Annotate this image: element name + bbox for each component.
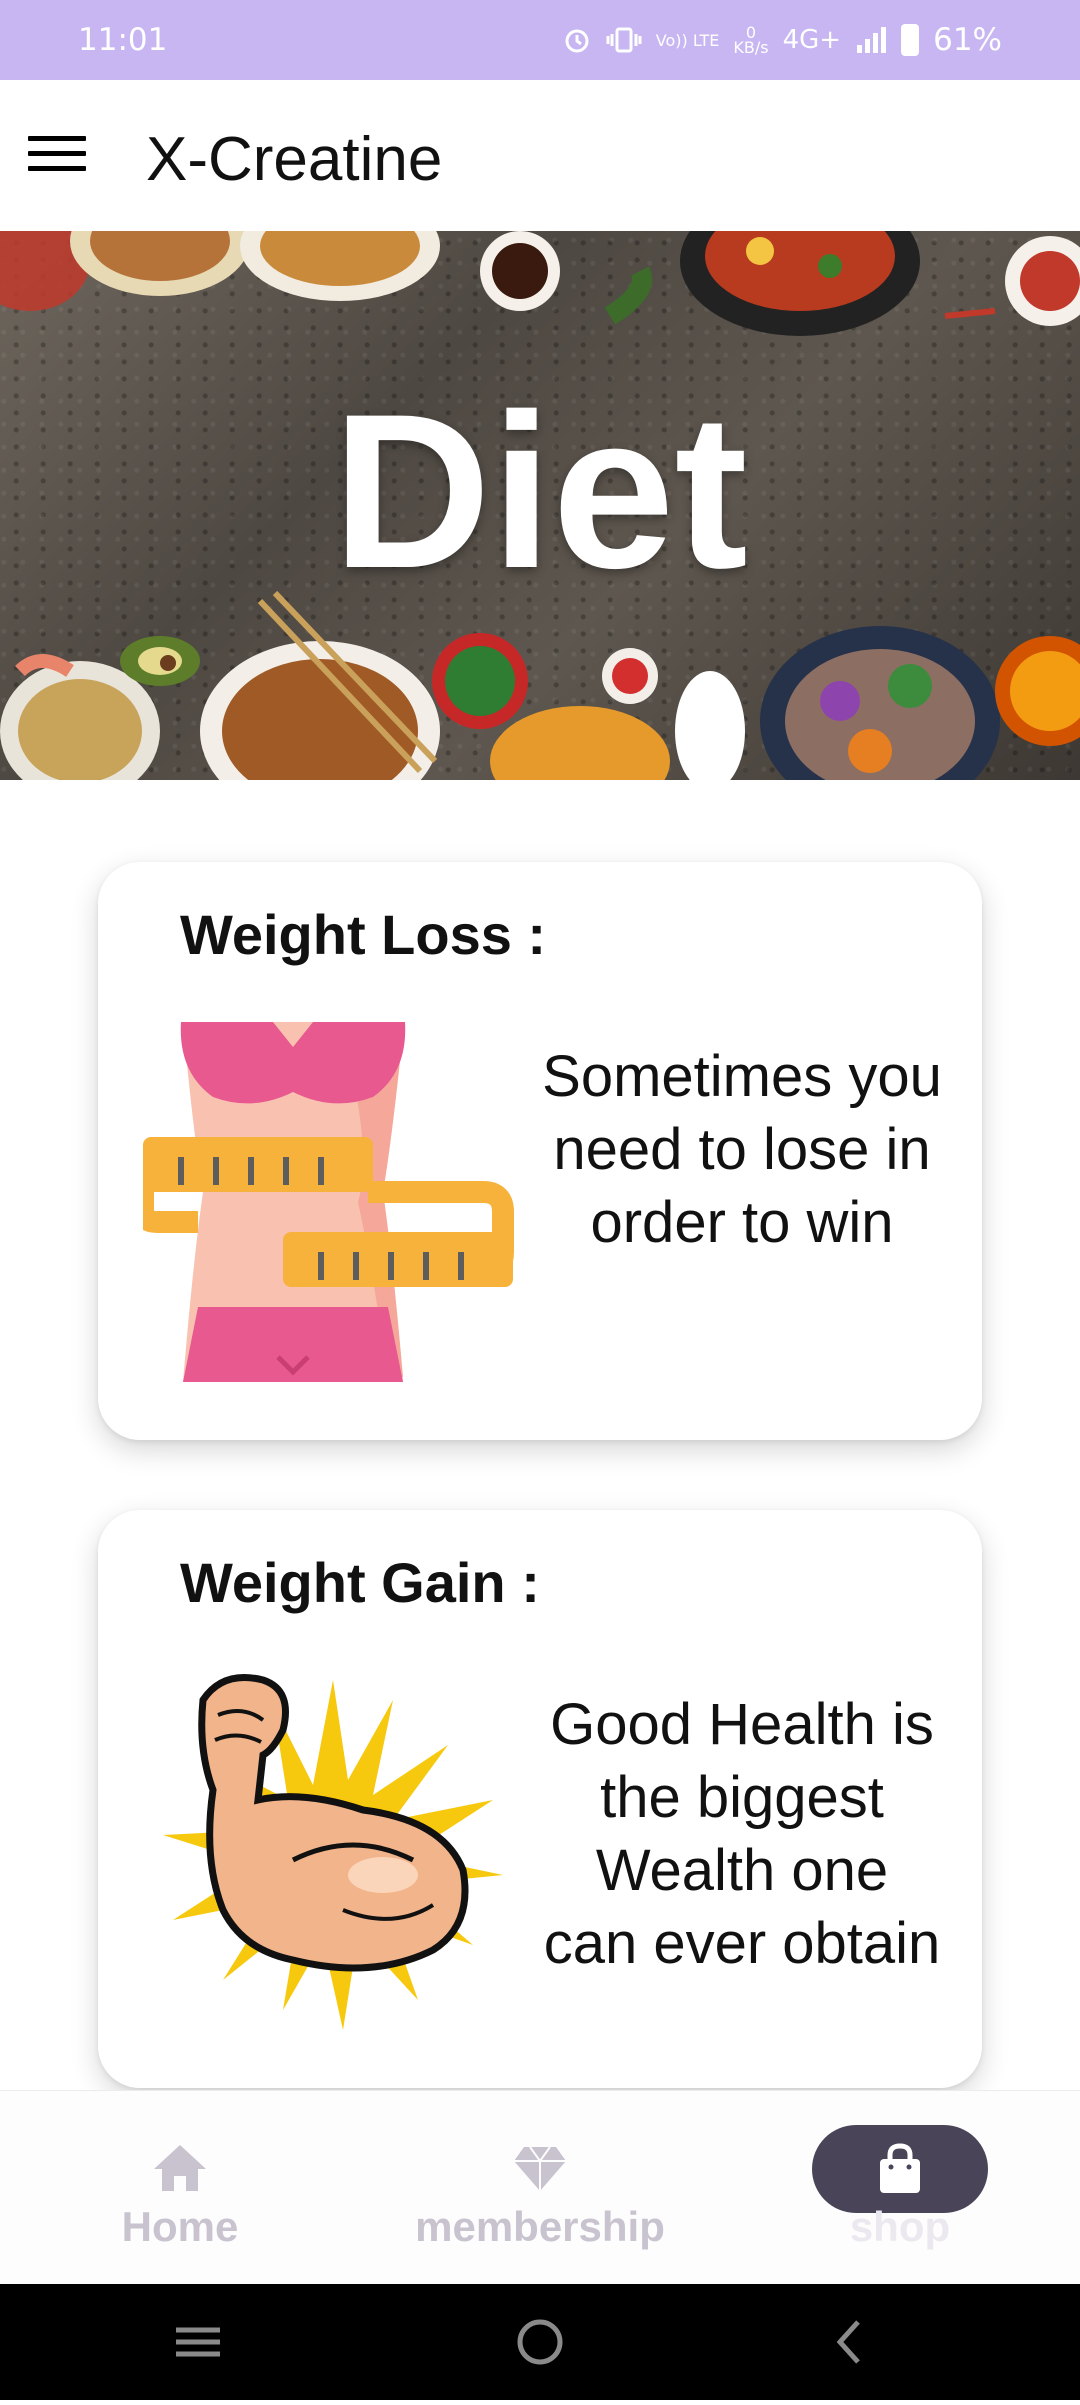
back-button[interactable] bbox=[820, 2284, 940, 2400]
card-quote: Good Health is the biggest Wealth one ca… bbox=[543, 1692, 941, 1976]
recent-apps-button[interactable] bbox=[168, 2284, 288, 2400]
nav-home-label: Home bbox=[121, 2203, 239, 2250]
nav-membership-label: membership bbox=[415, 2203, 665, 2250]
weight-gain-card[interactable]: Weight Gain : Good Health is the biggest… bbox=[98, 1510, 982, 2088]
net-speed-unit: KB/s bbox=[733, 38, 769, 57]
app-title: X-Creatine bbox=[146, 125, 443, 194]
flexing-arm-illustration bbox=[163, 1674, 503, 2030]
back-arrow-icon bbox=[836, 2320, 860, 2364]
home-icon bbox=[154, 2145, 206, 2191]
card-title: Weight Loss : bbox=[180, 903, 547, 966]
bottom-navigation: Home membership shop bbox=[0, 2090, 1080, 2285]
shopping-bag-icon bbox=[880, 2143, 920, 2193]
battery-percent: 61% bbox=[933, 22, 1002, 58]
network-type: 4G+ bbox=[782, 25, 842, 55]
app-bar: X-Creatine bbox=[0, 80, 1080, 231]
hero-title: Diet bbox=[332, 368, 748, 614]
status-time: 11:01 bbox=[78, 22, 168, 58]
weight-loss-card[interactable]: Weight Loss : Sometimes you need to lose… bbox=[98, 862, 982, 1440]
status-icons: Vo)) LTE 0 KB/s 4G+ 61% bbox=[562, 22, 1002, 58]
diamond-icon bbox=[514, 2146, 566, 2191]
net-speed: 0 KB/s bbox=[733, 25, 769, 57]
menu-icon[interactable] bbox=[28, 136, 86, 176]
alarm-icon bbox=[565, 29, 589, 53]
home-system-button[interactable] bbox=[480, 2284, 600, 2400]
signal-icon bbox=[857, 27, 887, 53]
card-quote: Sometimes you need to lose in order to w… bbox=[542, 1044, 942, 1255]
nav-shop-label: shop bbox=[849, 2203, 951, 2250]
system-navigation-bar bbox=[0, 2284, 1080, 2400]
circle-home-icon bbox=[517, 2319, 563, 2365]
vibrate-icon bbox=[606, 27, 642, 53]
nav-membership[interactable]: membership bbox=[390, 2091, 690, 2285]
diet-banner: Diet bbox=[0, 231, 1080, 780]
recent-apps-icon bbox=[176, 2327, 220, 2357]
status-bar: 11:01 Vo)) LTE 0 KB/s 4G+ 61% bbox=[0, 0, 1080, 80]
battery-icon bbox=[901, 24, 920, 56]
waist-measure-illustration bbox=[143, 1022, 514, 1382]
nav-shop[interactable]: shop bbox=[750, 2091, 1050, 2285]
volte-indicator: Vo)) LTE bbox=[655, 30, 720, 50]
nav-home[interactable]: Home bbox=[30, 2091, 330, 2285]
card-title: Weight Gain : bbox=[180, 1551, 540, 1614]
